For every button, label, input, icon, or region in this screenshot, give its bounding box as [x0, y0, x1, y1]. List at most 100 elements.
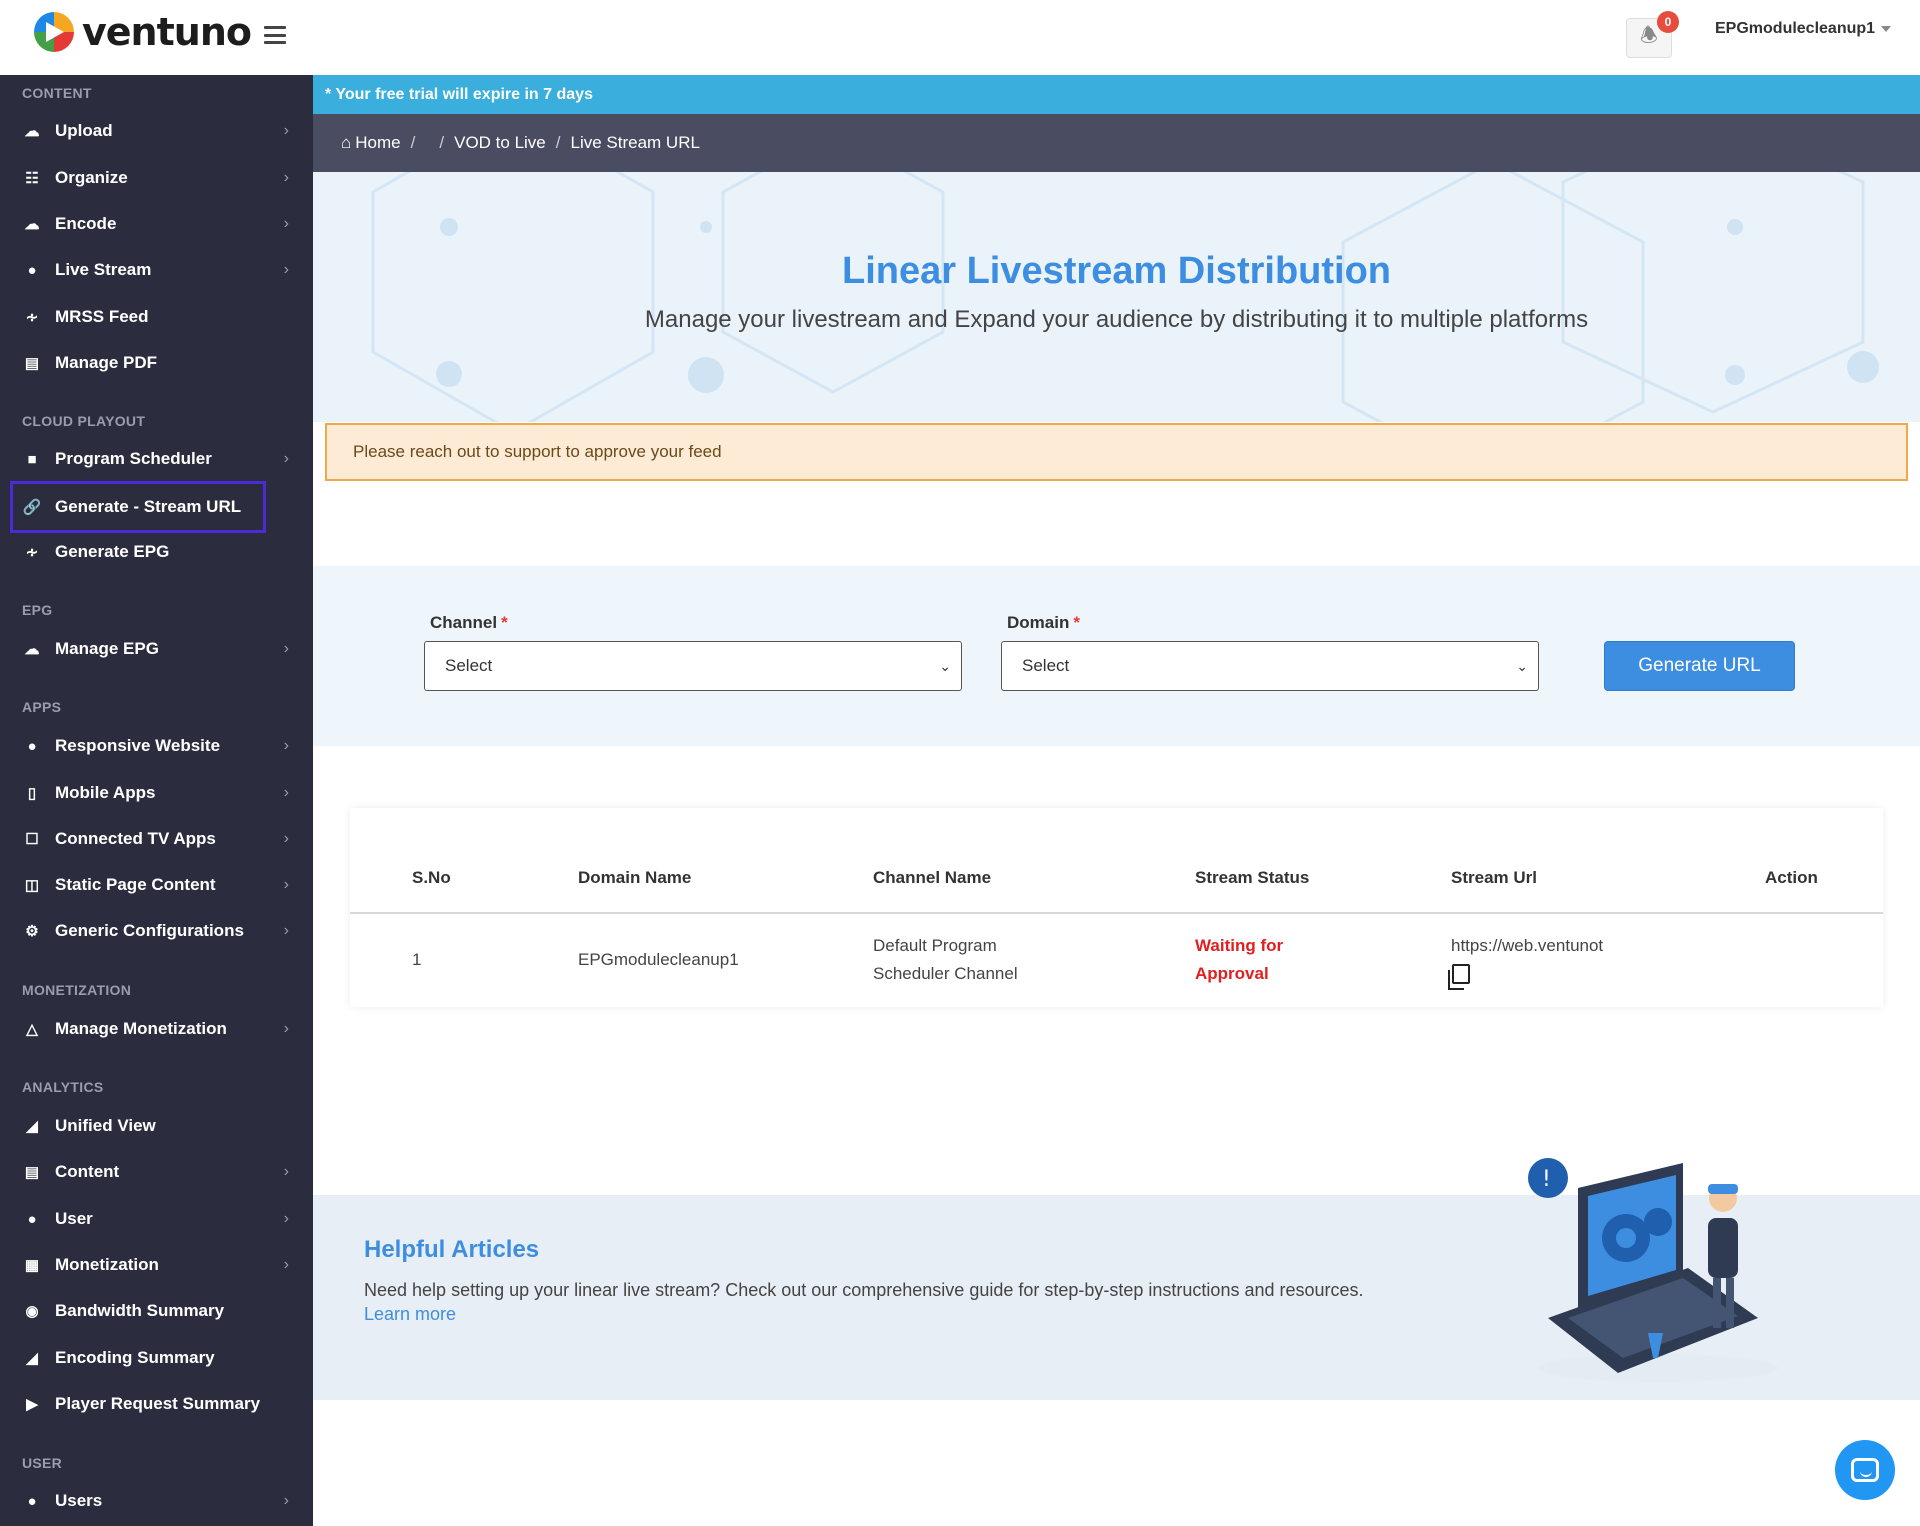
cell-stream-url: https://web.ventunot [1451, 936, 1604, 955]
stream-url-table: S.No Domain Name Channel Name Stream Sta… [350, 808, 1883, 1007]
sidebar-item-mrss-feed[interactable]: ∻ MRSS Feed [10, 296, 303, 338]
sidebar-section-cloud-playout: CLOUD PLAYOUT [22, 413, 146, 429]
domain-select[interactable]: Select ⌄ [1001, 641, 1539, 691]
sidebar-item-label: Connected TV Apps [55, 829, 216, 848]
sidebar-item-manage-epg[interactable]: ☁ Manage EPG › [10, 628, 303, 670]
breadcrumb-current: Live Stream URL [570, 133, 700, 152]
breadcrumb-vod-to-live[interactable]: VOD to Live [454, 133, 546, 153]
sidebar-item-responsive-website[interactable]: ● Responsive Website › [10, 725, 303, 767]
sidebar-item-monetization[interactable]: ▦ Monetization › [10, 1244, 303, 1286]
sidebar-item-label: Static Page Content [55, 875, 216, 894]
chevron-right-icon: › [283, 1163, 289, 1180]
notification-count-badge: 0 [1657, 11, 1679, 33]
sidebar-item-mobile-apps[interactable]: ▯ Mobile Apps › [10, 772, 303, 814]
play-circle-icon: ▶ [26, 1396, 38, 1413]
brand-logo[interactable]: ventuno [34, 10, 252, 54]
edit-square-icon: ▦ [24, 1257, 40, 1274]
helpful-articles-body: Need help setting up your linear live st… [364, 1280, 1364, 1300]
channel-name-line: Default Program [873, 936, 997, 955]
required-mark: * [1073, 613, 1080, 632]
sidebar-item-label: Generic Configurations [55, 921, 244, 940]
user-menu[interactable]: EPGmodulecleanup1 [1715, 20, 1892, 38]
sidebar-item-content[interactable]: ▤ Content › [10, 1151, 303, 1193]
top-bar: ventuno 🕭 0 EPGmodulecleanup1 [0, 0, 1920, 75]
globe-icon: ● [27, 261, 37, 279]
required-mark: * [501, 613, 508, 632]
hexagon-pattern-background [371, 172, 1879, 422]
sidebar-item-bandwidth-summary[interactable]: ◉ Bandwidth Summary [10, 1290, 303, 1332]
menu-toggle-icon[interactable] [264, 26, 286, 44]
column-header-stream-status: Stream Status [1195, 868, 1310, 887]
breadcrumb-home[interactable]: Home [355, 133, 400, 153]
rss-icon: ∻ [25, 544, 39, 561]
helpful-articles-text: Need help setting up your linear live st… [364, 1278, 1364, 1326]
sidebar-item-label: Responsive Website [55, 736, 221, 755]
sidebar-item-generate-stream-url[interactable]: 🔗 Generate - Stream URL [10, 481, 266, 533]
cell-domain-name: EPGmodulecleanup1 [578, 950, 739, 969]
channel-label: Channel * [430, 613, 508, 633]
gear-icon: ⚙ [25, 923, 39, 940]
user-icon: ● [27, 1210, 37, 1228]
sidebar-item-label: Live Stream [55, 260, 152, 279]
tv-icon: ☐ [25, 831, 39, 848]
chevron-right-icon: › [283, 876, 289, 893]
sidebar-item-label: Generate EPG [55, 542, 170, 561]
sidebar-item-manage-monetization[interactable]: △ Manage Monetization › [10, 1008, 303, 1050]
status-line: Approval [1195, 964, 1269, 983]
sidebar-item-label: Bandwidth Summary [55, 1301, 225, 1320]
file-chart-icon: ▤ [24, 1164, 40, 1181]
sidebar-item-users[interactable]: ● Users › [10, 1480, 303, 1522]
sidebar-item-generic-configurations[interactable]: ⚙ Generic Configurations › [10, 910, 303, 952]
sidebar-item-user[interactable]: ● User › [10, 1198, 303, 1240]
cloud-upload-icon: ☁ [24, 641, 40, 658]
channel-label-text: Channel [430, 613, 498, 632]
channel-name-line: Scheduler Channel [873, 964, 1018, 983]
sidebar-item-label: Manage PDF [55, 353, 158, 372]
channel-select[interactable]: Select ⌄ [424, 641, 962, 691]
sidebar-item-upload[interactable]: ☁ Upload › [10, 110, 303, 152]
chat-support-button[interactable] [1835, 1440, 1895, 1500]
cell-stream-status: Waiting for Approval [1195, 932, 1283, 988]
sidebar-item-generate-epg[interactable]: ∻ Generate EPG [10, 531, 303, 573]
sidebar-item-unified-view[interactable]: ◢ Unified View [10, 1105, 303, 1147]
mobile-icon: ▯ [27, 785, 37, 802]
page-subtitle: Manage your livestream and Expand your a… [644, 306, 1589, 333]
notifications-button[interactable]: 🕭 0 [1626, 11, 1679, 58]
sidebar-item-connected-tv-apps[interactable]: ☐ Connected TV Apps › [10, 818, 303, 860]
copy-icon[interactable] [1448, 964, 1470, 990]
video-camera-icon: ■ [27, 450, 37, 468]
sidebar-item-label: Users [55, 1491, 103, 1510]
sidebar: CONTENT ☁ Upload › ☷ Organize › ☁ Encode › ● Li… [0, 75, 313, 1526]
sidebar-item-program-scheduler[interactable]: ■ Program Scheduler › [10, 438, 303, 480]
chevron-right-icon: › [283, 122, 289, 139]
sidebar-item-live-stream[interactable]: ● Live Stream › [10, 249, 303, 291]
generate-url-button[interactable]: Generate URL [1604, 641, 1795, 691]
area-chart-icon: ◢ [26, 1118, 38, 1135]
hero-banner: Linear Livestream Distribution Manage yo… [313, 172, 1920, 422]
chevron-right-icon: › [283, 215, 289, 232]
sidebar-item-label: Program Scheduler [55, 449, 212, 468]
sidebar-item-manage-pdf[interactable]: ▤ Manage PDF [10, 342, 303, 384]
broadcast-icon: ◉ [25, 1303, 39, 1320]
sitemap-icon: ☷ [25, 170, 39, 187]
chevron-right-icon: › [283, 737, 289, 754]
chat-icon [1851, 1458, 1879, 1482]
sidebar-item-player-request-summary[interactable]: ▶ Player Request Summary [10, 1383, 303, 1425]
sidebar-item-organize[interactable]: ☷ Organize › [10, 157, 303, 199]
chevron-down-icon: ⌄ [939, 657, 951, 674]
column-header-channel-name: Channel Name [873, 868, 992, 887]
column-header-action: Action [1765, 868, 1818, 887]
status-line: Waiting for [1195, 936, 1284, 955]
sidebar-item-encode[interactable]: ☁ Encode › [10, 203, 303, 245]
chevron-right-icon: › [283, 169, 289, 186]
sidebar-item-static-page-content[interactable]: ◫ Static Page Content › [10, 864, 303, 906]
chevron-right-icon: › [283, 830, 289, 847]
column-header-stream-url: Stream Url [1451, 868, 1537, 887]
pdf-file-icon: ▤ [24, 355, 40, 372]
sidebar-item-label: Encode [55, 214, 117, 233]
chevron-right-icon: › [283, 640, 289, 657]
channel-select-value: Select [445, 656, 493, 675]
globe-icon: ● [27, 737, 37, 755]
sidebar-item-encoding-summary[interactable]: ◢ Encoding Summary [10, 1337, 303, 1379]
learn-more-link[interactable]: Learn more [364, 1304, 456, 1324]
